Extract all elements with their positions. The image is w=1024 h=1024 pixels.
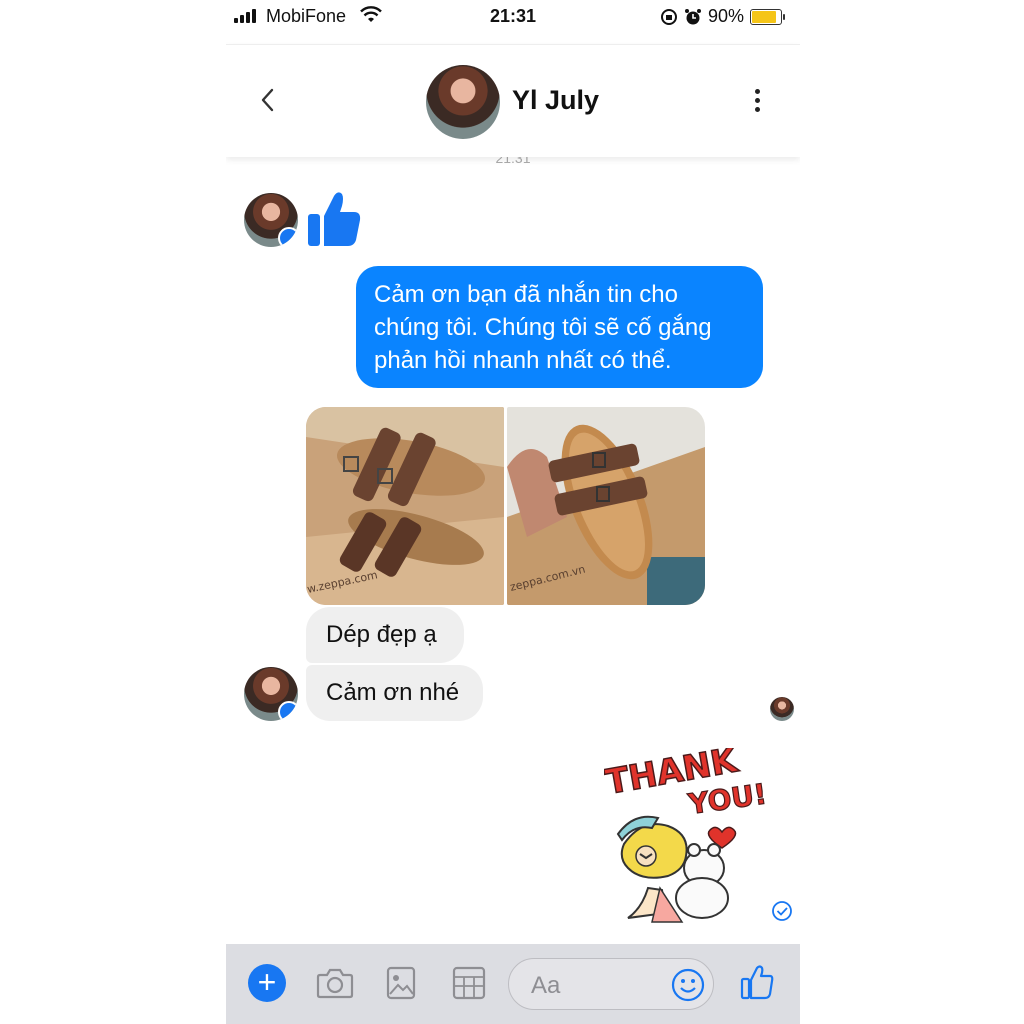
thumbs-up-icon (308, 192, 361, 246)
outgoing-message-bubble[interactable]: Cảm ơn bạn đã nhắn tin cho chúng tôi. Ch… (356, 266, 763, 388)
incoming-message-bubble[interactable]: Dép đẹp ạ (306, 607, 464, 663)
camera-icon[interactable] (316, 966, 354, 1000)
orientation-lock-icon (660, 8, 677, 25)
alarm-icon (684, 8, 701, 24)
incoming-message-bubble[interactable]: Cảm ơn nhé (306, 665, 483, 721)
chevron-left-icon[interactable] (256, 85, 280, 115)
emoji-icon[interactable] (671, 968, 705, 1002)
more-vertical-icon[interactable] (752, 89, 762, 115)
sender-avatar[interactable] (244, 667, 298, 721)
conversation-header: Yl July (226, 44, 800, 157)
like-icon[interactable] (740, 964, 774, 1000)
delivered-check-icon (772, 901, 792, 921)
battery-level (752, 10, 776, 23)
contact-avatar[interactable] (426, 65, 500, 139)
messenger-screen: MobiFone 21:31 90% Yl July 21:31 Cảm ơn … (226, 0, 800, 1024)
sandals-photo-1[interactable]: w.zeppa.com (306, 407, 504, 605)
messenger-badge-icon (278, 701, 298, 721)
message-composer: + Aa (226, 944, 800, 1024)
status-right: 90% (660, 6, 785, 27)
sender-avatar[interactable] (244, 193, 298, 247)
battery-icon (750, 8, 785, 25)
thank-you-sticker[interactable]: THANK YOU! (604, 748, 770, 928)
messenger-badge-icon (278, 227, 298, 247)
plus-icon[interactable]: + (248, 964, 286, 1002)
sandals-photo-2[interactable]: zeppa.com.vn (507, 407, 705, 605)
message-input[interactable]: Aa (508, 958, 714, 1010)
message-input-placeholder: Aa (531, 972, 561, 999)
status-bar: MobiFone 21:31 90% (226, 0, 800, 34)
sticker-icon[interactable] (452, 966, 486, 1000)
contact-name[interactable]: Yl July (512, 85, 599, 116)
gallery-icon[interactable] (386, 966, 416, 1000)
battery-percent: 90% (707, 6, 744, 26)
seen-receipt-avatar (770, 697, 794, 721)
